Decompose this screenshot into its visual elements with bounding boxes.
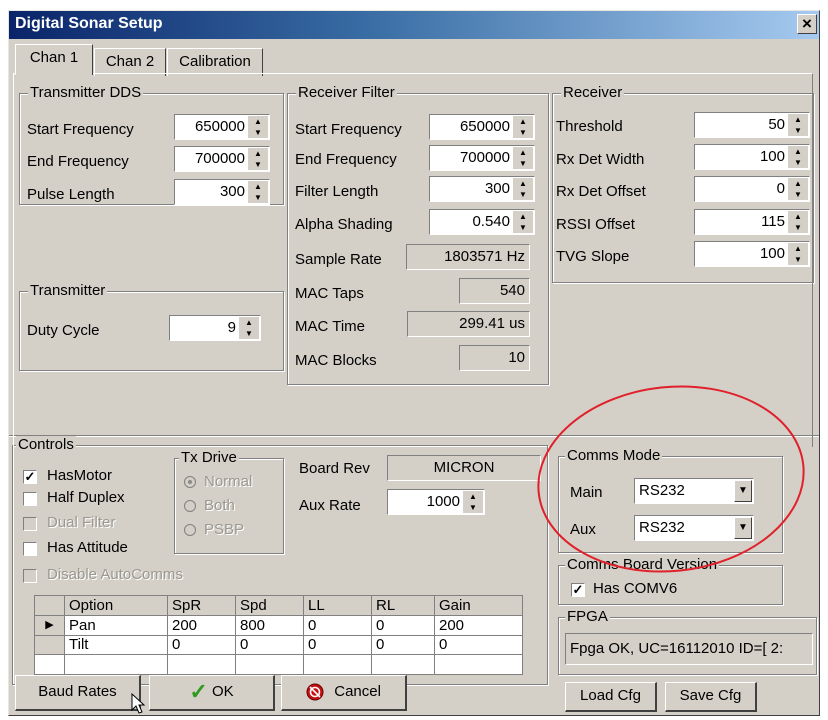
table-cell[interactable]: Tilt [64,634,168,656]
tx-drive-title: Tx Drive [179,449,239,467]
aux-rate-label: Aux Rate [299,497,361,514]
hasmotor-label: HasMotor [47,467,113,484]
column-header-ll[interactable]: LL [303,595,372,616]
table-cell [434,654,523,675]
has-attitude-checkbox[interactable] [23,542,37,556]
table-row[interactable]: ▶ Pan 200 800 0 0 200 [34,614,523,636]
ok-button[interactable]: ✓ OK [149,675,275,711]
column-header-gain[interactable]: Gain [434,595,523,616]
table-cell [167,654,236,675]
table-cell [371,654,435,675]
disable-autocomms-checkbox [23,569,37,583]
motor-options-table[interactable]: Option SpR Spd LL RL Gain ▶ Pan 200 800 … [34,595,523,675]
row-indicator-header [34,595,65,616]
table-cell [303,654,372,675]
tab-chan-2[interactable]: Chan 2 [94,48,166,76]
dialog-window: Digital Sonar Setup × Chan 1 Chan 2 Cali… [8,10,820,716]
table-empty-row [34,654,523,675]
fpga-status-text: Fpga OK, UC=16112010 ID=[ 2: [570,640,784,657]
table-cell[interactable]: 0 [235,634,304,656]
load-cfg-button[interactable]: Load Cfg [565,682,657,712]
tx-drive-psbp-radio [184,524,196,536]
column-header-option[interactable]: Option [64,595,168,616]
tx-drive-both-label: Both [204,497,235,514]
row-indicator [34,634,65,656]
board-rev-label: Board Rev [299,460,370,477]
table-cell[interactable]: 800 [235,614,304,636]
baud-rates-button[interactable]: Baud Rates [15,675,141,711]
half-duplex-label: Half Duplex [47,489,125,506]
tx-drive-normal-label: Normal [204,473,253,490]
column-header-rl[interactable]: RL [371,595,435,616]
tx-drive-psbp-label: PSBP [204,521,245,538]
table-cell[interactable]: 0 [434,634,523,656]
table-cell[interactable]: 0 [371,614,435,636]
ok-button-label: OK [211,683,234,700]
tx-drive-normal-radio [184,476,196,488]
board-rev-readout: MICRON [387,455,541,481]
tab-calibration[interactable]: Calibration [167,48,263,76]
table-cell[interactable]: Pan [64,614,168,636]
save-cfg-button[interactable]: Save Cfg [665,682,757,712]
fpga-status-readout: Fpga OK, UC=16112010 ID=[ 2: [565,633,813,665]
fpga-title: FPGA [565,608,610,626]
dual-filter-checkbox [23,517,37,531]
mouse-cursor-icon [131,693,146,714]
has-attitude-label: Has Attitude [47,539,128,556]
board-rev-value: MICRON [433,459,495,476]
spin-arrows-icon[interactable]: ▲ ▼ [463,491,483,513]
table-cell[interactable]: 200 [434,614,523,636]
table-cell[interactable]: 0 [371,634,435,656]
cancel-icon [306,683,324,701]
current-row-arrow-icon: ▶ [34,614,65,636]
table-cell[interactable]: 0 [167,634,236,656]
row-indicator [34,654,65,675]
aux-rate-spinner[interactable]: 1000 ▲ ▼ [387,489,485,515]
column-header-spd[interactable]: Spd [235,595,304,616]
dual-filter-label: Dual Filter [47,514,116,531]
table-row[interactable]: Tilt 0 0 0 0 0 [34,634,523,656]
aux-rate-value: 1000 [426,493,460,510]
cancel-button-label: Cancel [334,683,381,700]
table-cell[interactable]: 200 [167,614,236,636]
half-duplex-checkbox[interactable] [23,492,37,506]
disable-autocomms-label: Disable AutoComms [47,566,183,583]
checkmark-icon: ✓ [189,679,208,705]
table-cell[interactable]: 0 [303,614,372,636]
tab-chan-1[interactable]: Chan 1 [15,44,93,75]
table-cell [235,654,304,675]
table-cell [64,654,168,675]
table-cell[interactable]: 0 [303,634,372,656]
window-title: Digital Sonar Setup [15,15,163,32]
close-button[interactable]: × [797,14,817,34]
cancel-button[interactable]: Cancel [281,675,407,711]
tab-panel [13,73,813,447]
table-header-row: Option SpR Spd LL RL Gain [34,595,523,616]
column-header-spr[interactable]: SpR [167,595,236,616]
title-bar[interactable]: Digital Sonar Setup × [9,11,819,39]
hasmotor-checkbox[interactable]: ✓ [23,470,37,484]
tx-drive-both-radio [184,500,196,512]
